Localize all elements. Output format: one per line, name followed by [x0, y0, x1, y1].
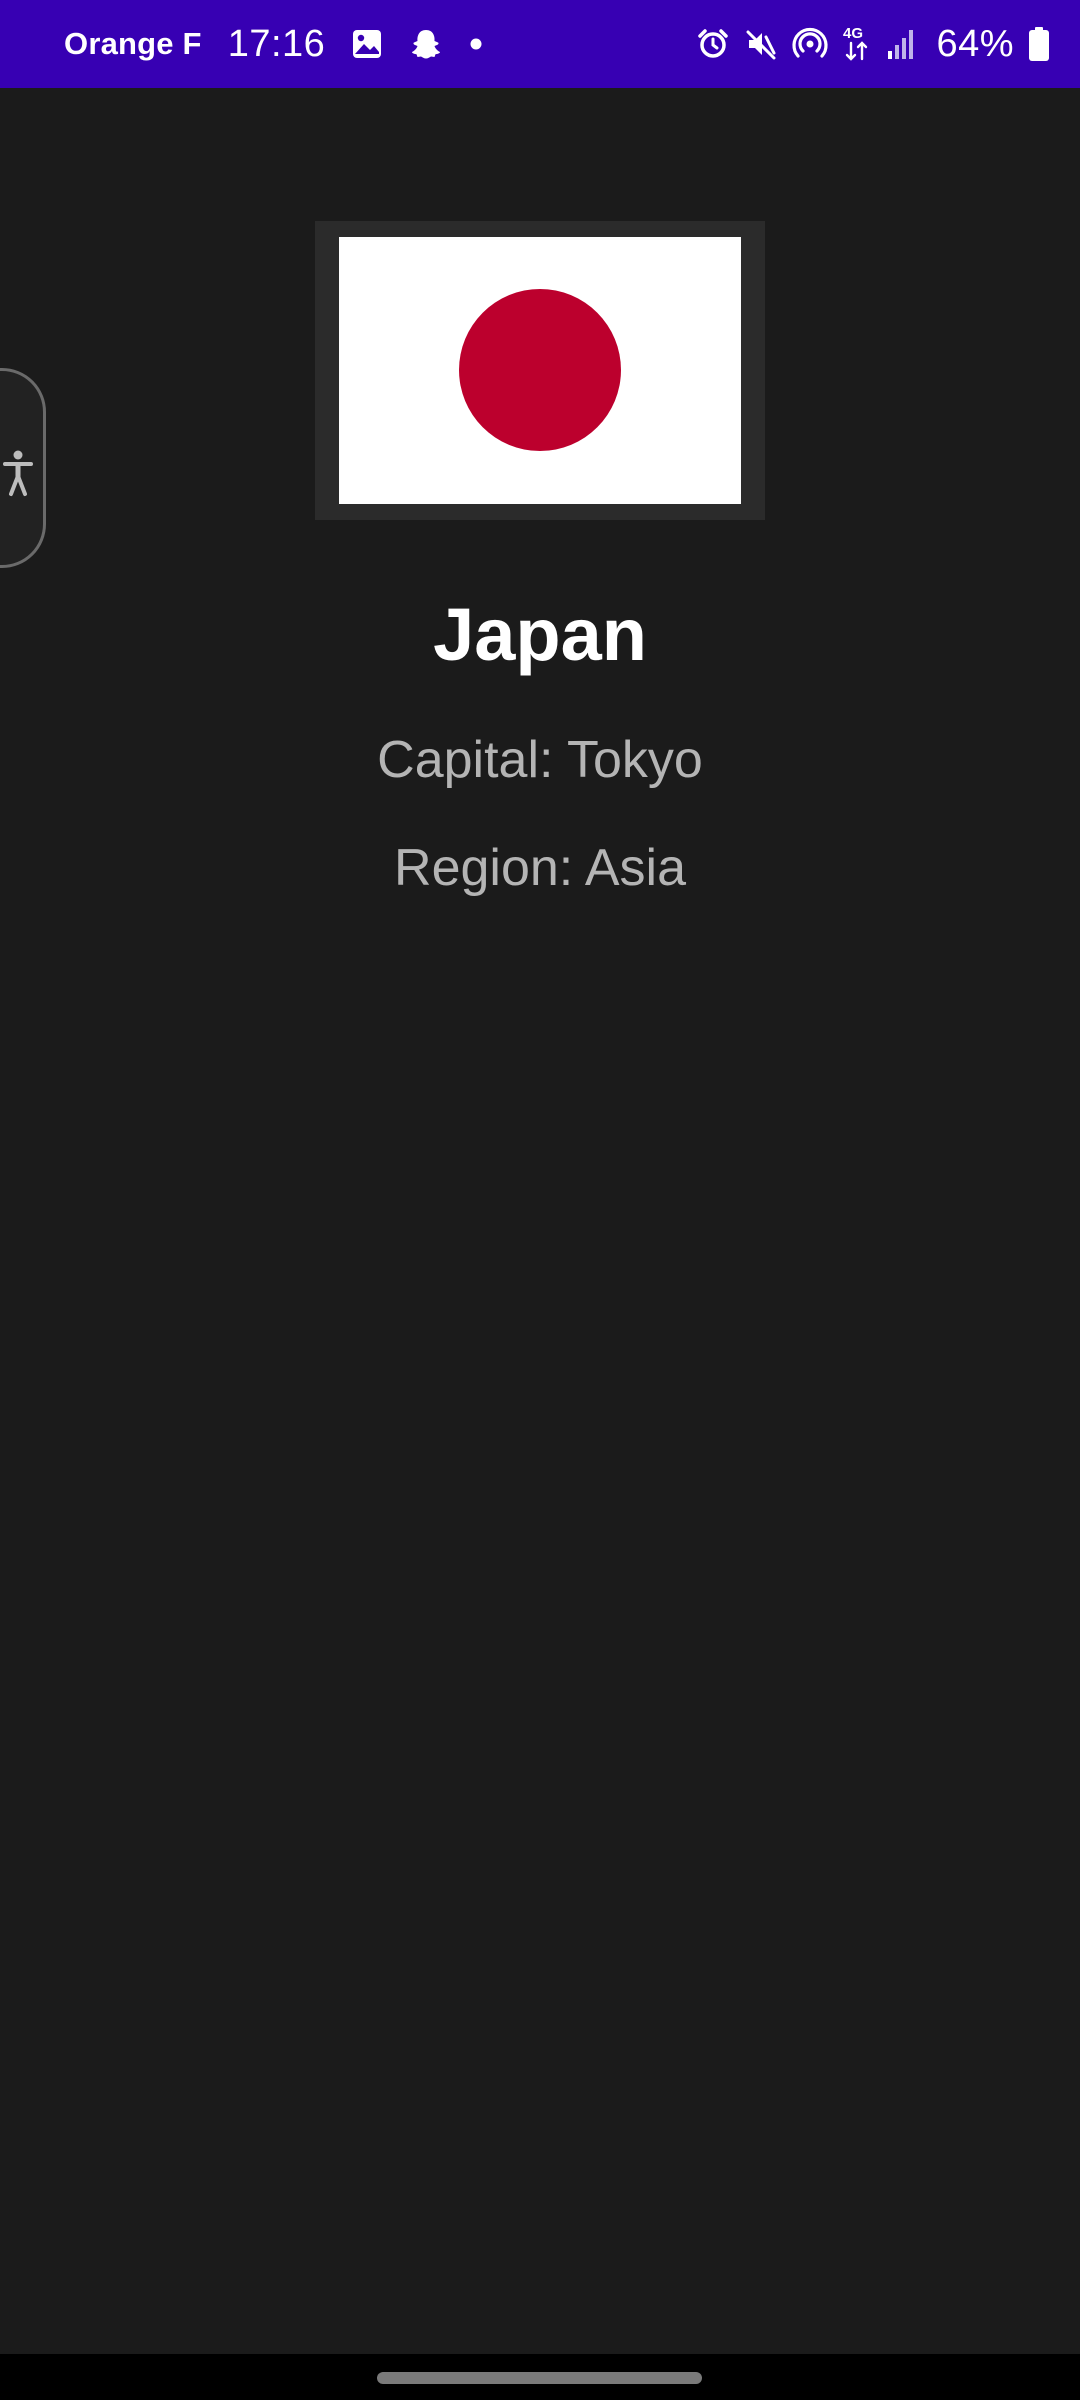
status-time: 17:16 — [227, 22, 326, 65]
network-4g-icon: 4G — [842, 24, 872, 64]
carrier-name: Orange F — [64, 26, 202, 61]
capital-text: Capital: Tokyo — [377, 731, 703, 789]
navigation-bar — [0, 2354, 1080, 2400]
hotspot-icon — [792, 26, 828, 62]
network-label: 4G — [843, 25, 863, 42]
battery-icon — [1028, 26, 1050, 62]
flag-frame — [315, 221, 765, 520]
notification-dot-icon — [469, 37, 483, 51]
region-text: Region: Asia — [394, 839, 686, 897]
battery-percentage: 64% — [936, 22, 1014, 65]
accessibility-icon — [3, 449, 33, 497]
alarm-icon — [696, 27, 730, 61]
accessibility-tab[interactable] — [0, 368, 46, 568]
status-bar: Orange F 17:16 4G 64% — [0, 0, 1080, 88]
flag-red-disc — [459, 289, 621, 451]
status-bar-right: 4G 64% — [696, 0, 1050, 88]
mute-icon — [744, 27, 778, 61]
japan-flag-image — [339, 237, 741, 504]
gallery-icon — [351, 28, 383, 60]
status-bar-left: Orange F 17:16 — [64, 0, 483, 88]
snapchat-icon — [409, 27, 443, 61]
home-gesture-handle[interactable] — [377, 2372, 702, 2384]
country-name: Japan — [433, 593, 647, 676]
country-detail-screen: Orange F 17:16 4G 64% Japan Capital: Tok… — [0, 0, 1080, 2400]
signal-icon — [886, 27, 916, 61]
